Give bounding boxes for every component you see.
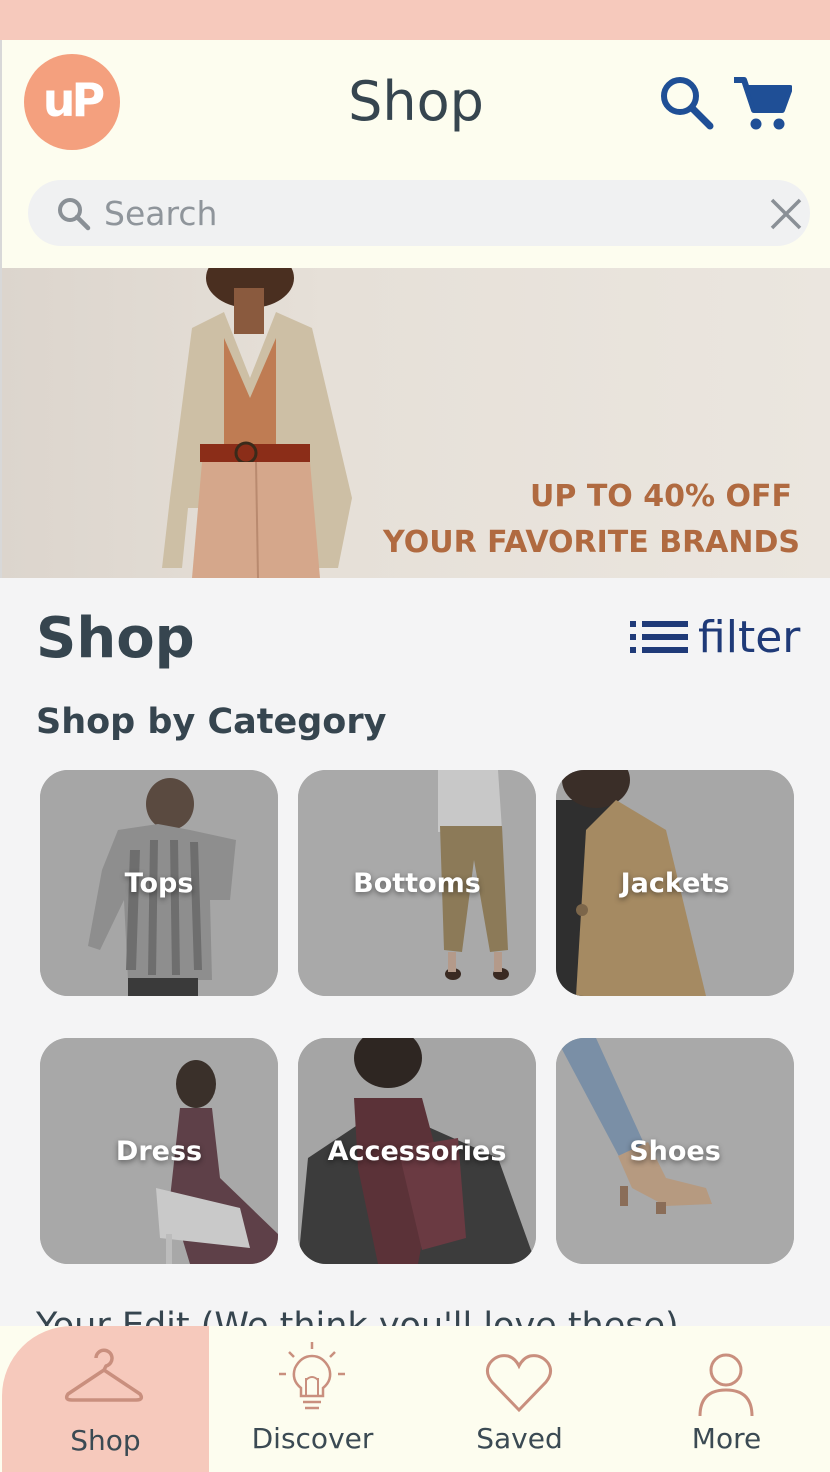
hanger-icon [64, 1348, 144, 1402]
search-icon [58, 198, 91, 231]
category-label: Jackets [620, 867, 730, 899]
close-icon[interactable] [766, 194, 806, 234]
nav-item-discover[interactable]: Discover [209, 1326, 416, 1472]
promo-line-1: UP TO 40% OFF [530, 479, 792, 514]
filter-button[interactable]: filter [630, 611, 801, 663]
category-label: Tops [124, 867, 194, 899]
category-tile-bottoms[interactable]: Bottoms [298, 770, 536, 996]
category-heading: Shop by Category [36, 702, 387, 742]
nav-label-discover: Discover [251, 1422, 374, 1455]
category-tile-accessories[interactable]: Accessories [298, 1038, 536, 1264]
search-bar [28, 180, 810, 246]
nav-label-shop: Shop [70, 1424, 141, 1457]
nav-item-shop[interactable]: Shop [2, 1326, 209, 1472]
category-label: Bottoms [353, 867, 481, 899]
nav-label-saved: Saved [476, 1422, 563, 1455]
section-title: Shop [36, 606, 195, 671]
category-tile-shoes[interactable]: Shoes [556, 1038, 794, 1264]
promo-text: UP TO 40% OFF YOUR FAVORITE BRANDS [383, 474, 800, 566]
category-tile-jackets[interactable]: Jackets [556, 770, 794, 996]
search-icon[interactable] [658, 74, 716, 132]
app-header: uP Shop [0, 40, 830, 268]
nav-item-more[interactable]: More [623, 1326, 830, 1472]
category-label: Shoes [629, 1135, 721, 1167]
category-tile-dress[interactable]: Dress [40, 1038, 278, 1264]
promo-banner[interactable]: UP TO 40% OFF YOUR FAVORITE BRANDS [0, 268, 830, 578]
category-tile-tops[interactable]: Tops [40, 770, 278, 996]
list-icon [630, 621, 688, 653]
category-label: Accessories [327, 1135, 507, 1167]
heart-icon [485, 1354, 553, 1413]
filter-label: filter [698, 611, 801, 663]
user-icon [698, 1353, 754, 1417]
promo-line-2: YOUR FAVORITE BRANDS [383, 525, 800, 560]
status-bar [0, 0, 830, 40]
banner-model-image [162, 268, 352, 578]
category-label: Dress [115, 1135, 203, 1167]
bottom-nav: Shop Discover Saved More [0, 1326, 830, 1472]
lightbulb-icon [279, 1342, 345, 1410]
cart-icon[interactable] [732, 74, 793, 132]
nav-label-more: More [691, 1422, 762, 1455]
search-input[interactable] [104, 188, 724, 238]
nav-item-saved[interactable]: Saved [416, 1326, 623, 1472]
